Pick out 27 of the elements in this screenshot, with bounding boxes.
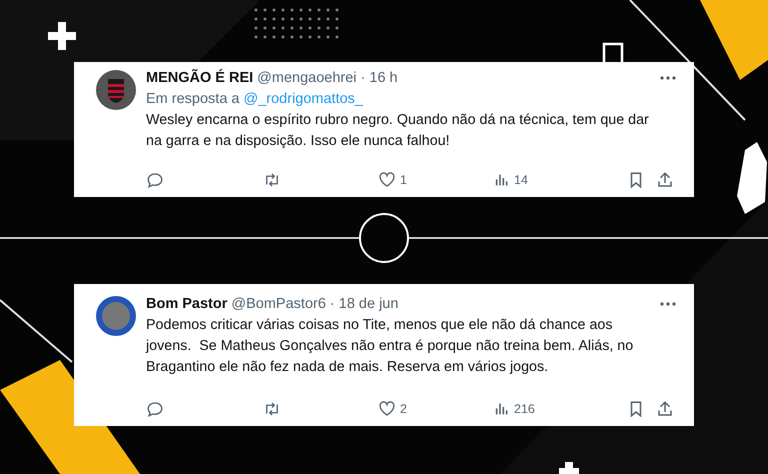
like-count: 2 [400, 402, 407, 416]
like-count: 1 [400, 173, 407, 187]
author-handle[interactable]: @mengaoehrei [257, 70, 357, 86]
views-icon[interactable] [494, 401, 510, 417]
reply-context: Em resposta a [146, 91, 240, 107]
tweet-text: Wesley encarna o espírito rubro negro. Quando não dá na técnica, tem que dar na garra e na disposição. Isso ele nunca falhou! [146, 111, 650, 151]
post-time: · 18 de jun [330, 296, 398, 312]
view-count: 216 [514, 402, 535, 416]
reply-icon[interactable] [146, 171, 164, 189]
author-name[interactable]: MENGÃO É REI [146, 70, 254, 86]
views-icon[interactable] [494, 172, 510, 188]
author-name[interactable]: Bom Pastor [146, 296, 228, 312]
avatar-placeholder [96, 296, 136, 336]
share-icon[interactable] [656, 171, 674, 189]
avatar-crest-icon [96, 70, 136, 110]
bookmark-icon[interactable] [628, 400, 644, 418]
more-options-icon[interactable] [660, 76, 676, 80]
share-icon[interactable] [656, 400, 674, 418]
more-options-icon[interactable] [660, 302, 676, 306]
tweet-text: Podemos criticar várias coisas no Tite, menos que ele não dá chance aos jovens. Se Matheus Gonçalves não entra é porque não treina bem. Aliás, no Bragantino ele não fez nada de mais. Reserva em vários jogos. [146, 316, 634, 377]
like-icon[interactable] [378, 171, 396, 189]
view-count: 14 [514, 173, 528, 187]
post-time: · 16 h [360, 70, 398, 86]
bookmark-icon[interactable] [628, 171, 644, 189]
reply-icon[interactable] [146, 400, 164, 418]
like-icon[interactable] [378, 400, 396, 418]
author-handle[interactable]: @BomPastor6 [231, 296, 326, 312]
